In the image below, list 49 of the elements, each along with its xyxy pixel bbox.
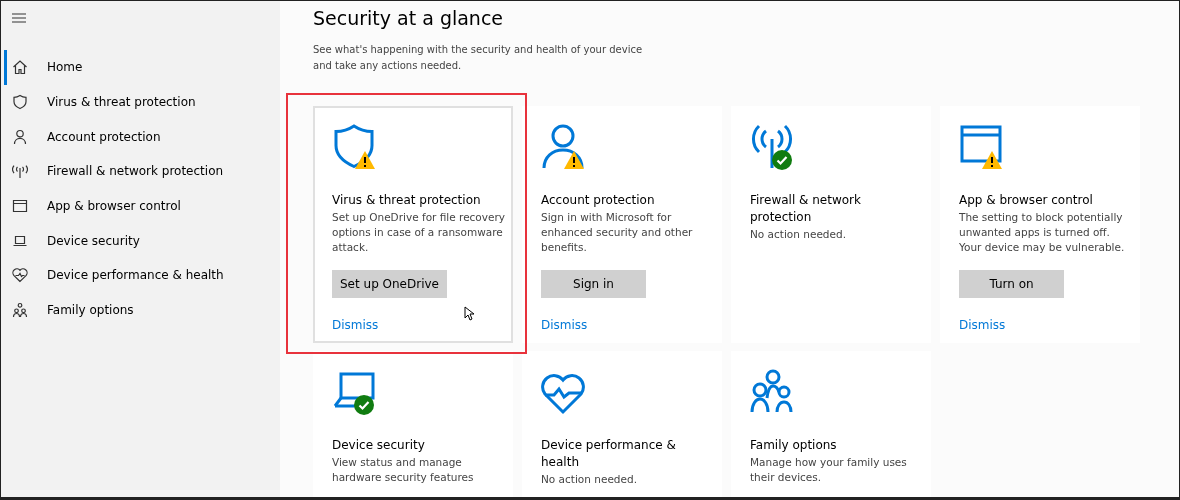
status-card[interactable]: Firewall & network protection No action needed.	[731, 106, 931, 343]
card-description: No action needed.	[541, 472, 637, 487]
nav-item[interactable]: Device security	[4, 223, 280, 259]
card-description: Sign in with Microsoft for enhanced security and other benefits.	[541, 210, 694, 255]
antenna-icon	[750, 124, 794, 170]
card-title: Device performance & health	[541, 437, 677, 471]
dismiss-link[interactable]: Dismiss	[959, 318, 1006, 332]
person-icon	[541, 124, 585, 170]
person-icon	[12, 128, 28, 145]
card-description: No action needed.	[750, 227, 846, 242]
action-button[interactable]: Set up OneDrive	[332, 270, 447, 298]
card-description: Manage how your family uses their devices.	[750, 455, 908, 485]
nav-item[interactable]: Virus & threat protection	[4, 84, 280, 120]
nav-item[interactable]: Firewall & network protection	[4, 154, 280, 189]
status-card[interactable]: Device performance & health No action needed.	[522, 351, 722, 497]
card-title: Device security	[332, 437, 425, 454]
people-icon	[12, 302, 28, 319]
antenna-icon	[12, 163, 28, 180]
shield-icon	[12, 94, 28, 111]
dismiss-link[interactable]: Dismiss	[541, 318, 588, 332]
shield-icon	[332, 124, 376, 170]
action-button[interactable]: Turn on	[959, 270, 1064, 298]
status-card[interactable]: App & browser control The setting to block potentially unwanted apps is turned off. Your device may be vulnerable. Turn on Dismiss	[940, 106, 1140, 343]
page-title: Security at a glance	[313, 7, 505, 29]
card-title: App & browser control	[959, 192, 1093, 209]
card-title: Family options	[750, 437, 837, 454]
card-title: Virus & threat protection	[332, 192, 481, 209]
page-subtitle: See what's happening with the security and health of your device and take any actions needed.	[313, 43, 644, 73]
nav-item[interactable]: Family options	[4, 292, 280, 328]
heart-icon	[12, 267, 28, 284]
card-description: View status and manage hardware security features	[332, 455, 475, 485]
menu-icon[interactable]	[12, 13, 26, 23]
card-title: Account protection	[541, 192, 655, 209]
dismiss-link[interactable]: Dismiss	[332, 318, 379, 332]
nav-item[interactable]: App & browser control	[4, 188, 280, 224]
card-title: Firewall & network protection	[750, 192, 862, 226]
people-icon	[750, 369, 794, 415]
status-card[interactable]: Account protection Sign in with Microsoft for enhanced security and other benefits. Sign in Dismiss	[522, 106, 722, 343]
window-icon	[12, 198, 28, 215]
status-card[interactable]: Device security View status and manage hardware security features	[313, 351, 513, 497]
status-card[interactable]: Family options Manage how your family uses their devices.	[731, 351, 931, 497]
action-button[interactable]: Sign in	[541, 270, 646, 298]
status-card[interactable]: Virus & threat protection Set up OneDrive for file recovery options in case of a ransomware attack. Set up OneDrive Dismiss	[313, 106, 513, 343]
nav-item[interactable]: Device performance & health	[4, 258, 280, 293]
nav-item[interactable]: Account protection	[4, 119, 280, 155]
card-description: The setting to block potentially unwanted apps is turned off. Your device may be vulnerable.	[959, 210, 1126, 255]
cursor-icon	[464, 306, 474, 321]
card-description: Set up OneDrive for file recovery options in case of a ransomware attack.	[332, 210, 505, 255]
house-icon	[12, 59, 28, 76]
